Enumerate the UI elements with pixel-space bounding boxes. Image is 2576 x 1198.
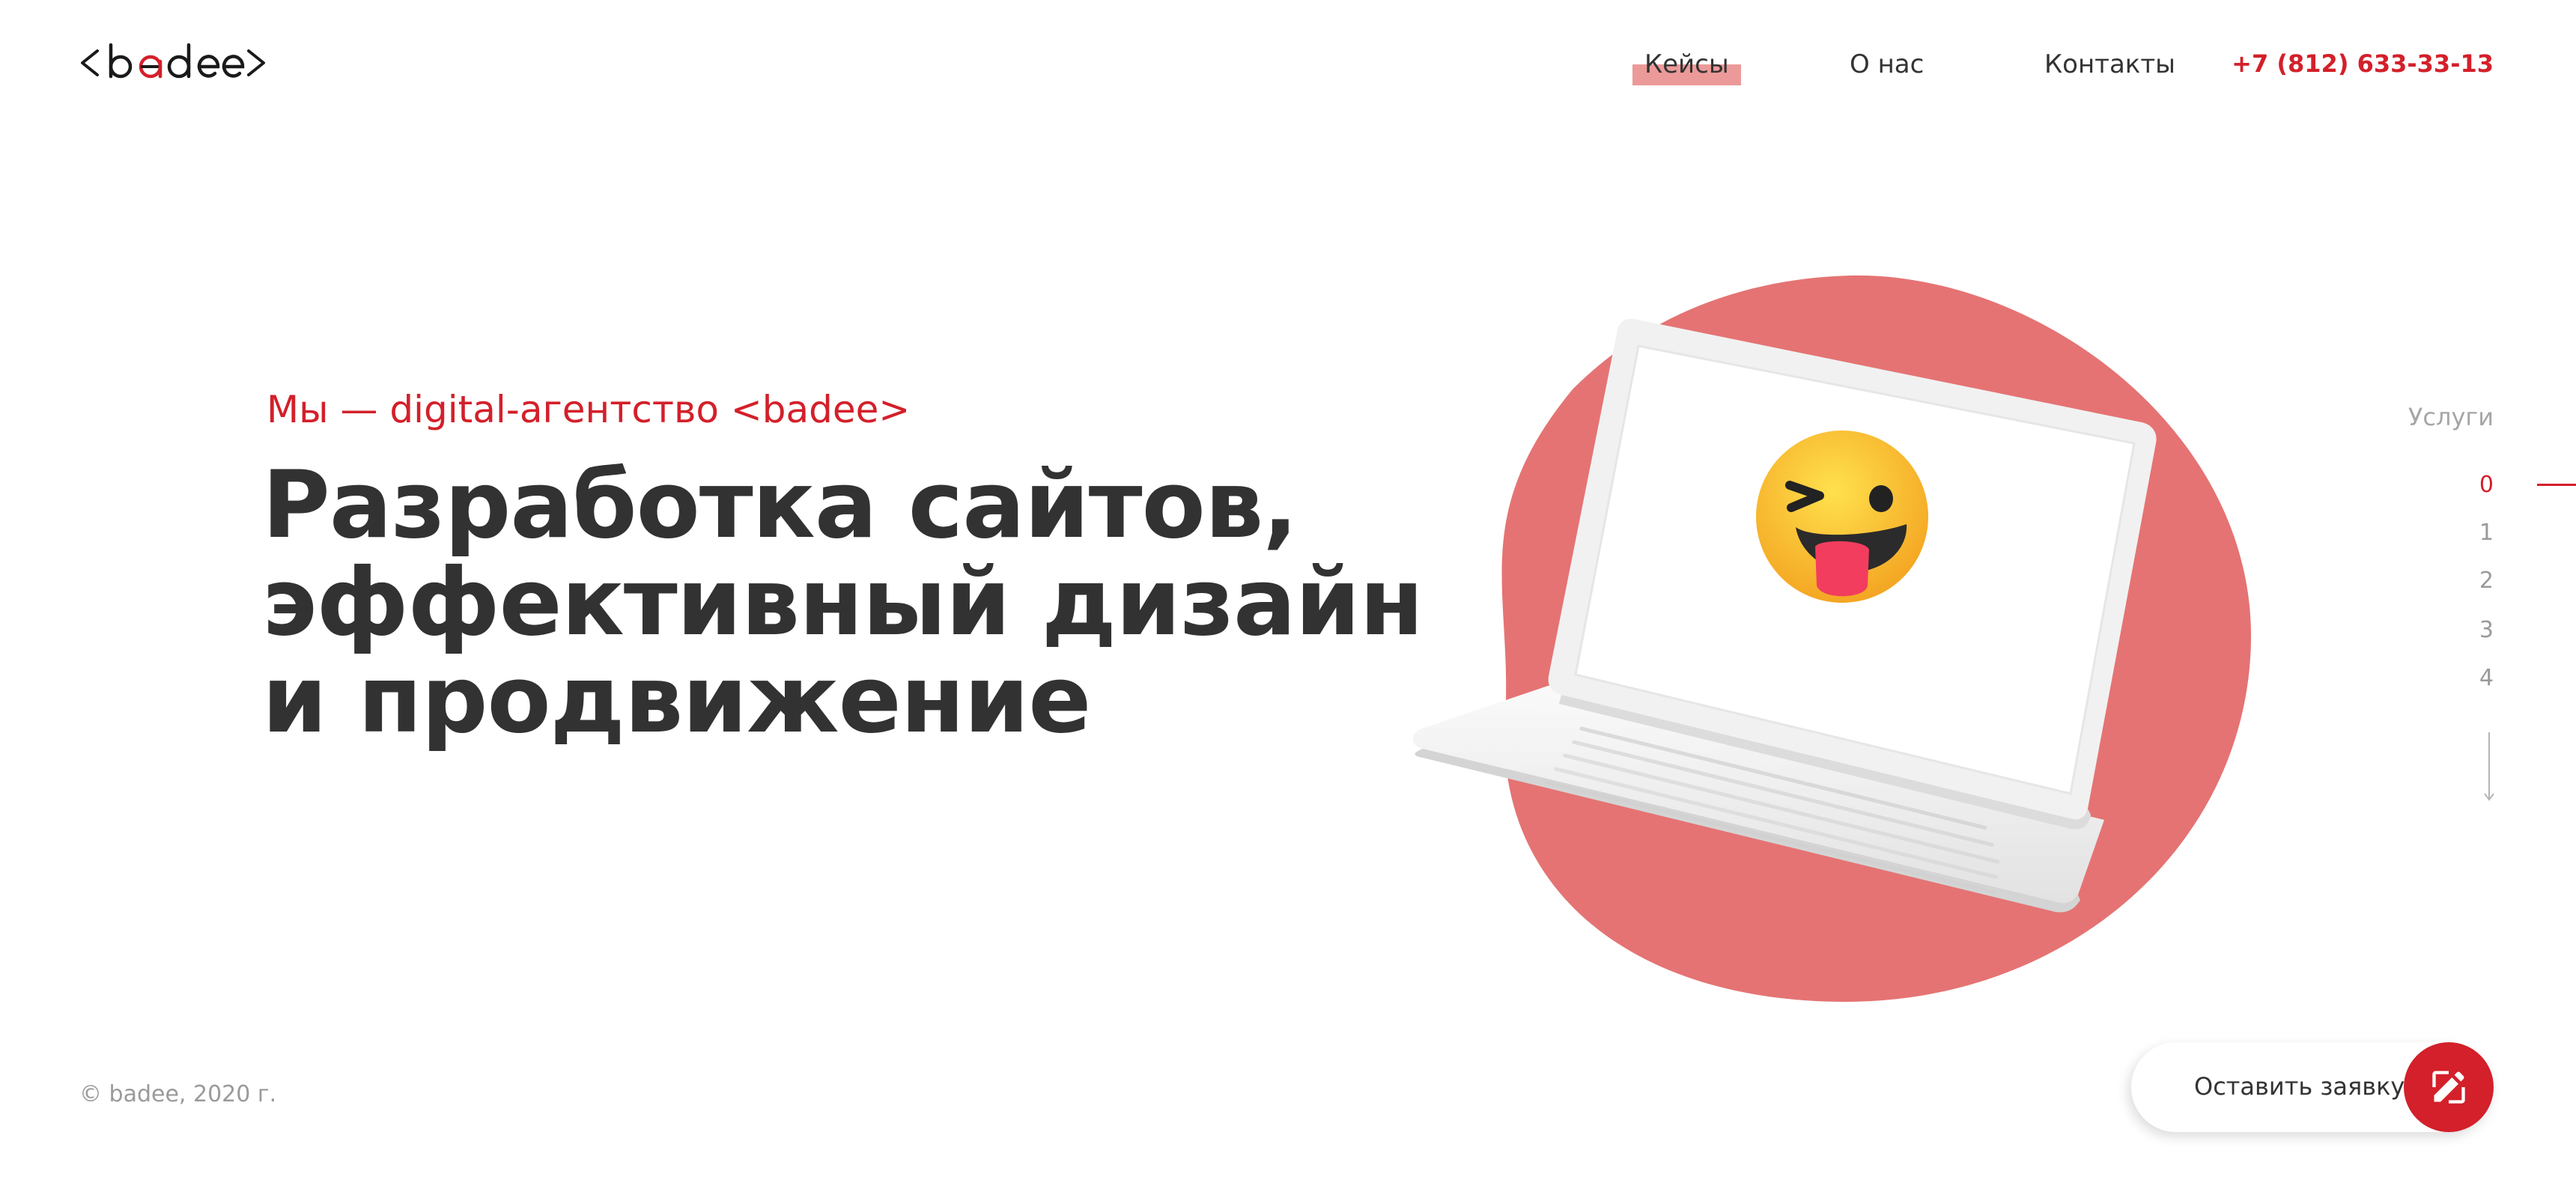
logo-icon [81,43,265,79]
leave-request-button[interactable]: Оставить заявку [2131,1042,2494,1132]
section-nav-item-3[interactable]: 3 [2479,617,2494,643]
logo[interactable] [79,40,267,85]
section-nav-item-0[interactable]: 0 [2479,472,2494,498]
phone-link[interactable]: +7 (812) 633-33-13 [2232,49,2494,78]
hero-title-line: и продвижение [262,646,1091,754]
section-nav-active-line [2537,484,2576,486]
winking-tongue-emoji-icon [1756,431,1928,603]
cta-icon-circle[interactable] [2404,1042,2494,1132]
hero-title: Разработка сайтов, эффективный дизайн и … [262,457,1460,749]
hero-title-line: эффективный дизайн [262,549,1424,657]
hero-title-line: Разработка сайтов, [262,451,1298,559]
section-nav-title: Услуги [2408,403,2494,431]
scroll-down-arrow-icon[interactable] [2482,731,2497,803]
section-nav-item-4[interactable]: 4 [2479,665,2494,691]
nav-item-cases[interactable]: Кейсы [1632,49,1741,85]
edit-icon [2432,1071,2465,1104]
section-nav-item-2[interactable]: 2 [2479,568,2494,594]
nav-item-cases-label: Кейсы [1644,49,1729,79]
nav-item-about[interactable]: О нас [1850,49,1924,79]
hero-illustration [1393,270,2261,1011]
nav-item-contacts[interactable]: Контакты [2044,49,2175,79]
copyright: © badee, 2020 г. [79,1081,277,1107]
hero-eyebrow: Мы — digital-агентство <badee> [267,388,911,431]
section-nav-item-1[interactable]: 1 [2479,520,2494,546]
leave-request-label: Оставить заявку [2194,1072,2405,1101]
